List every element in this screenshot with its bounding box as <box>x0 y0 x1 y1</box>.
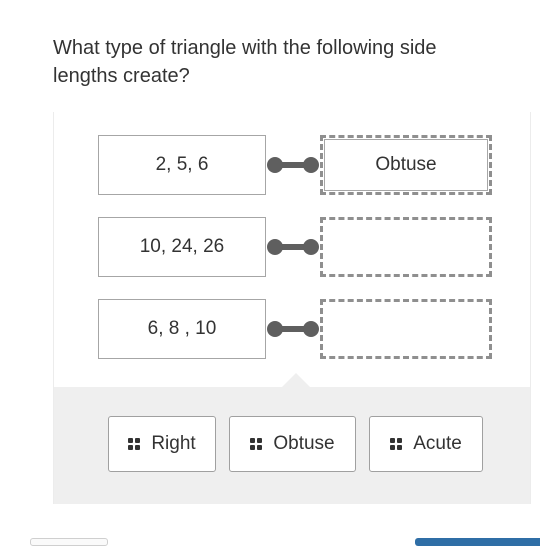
premise-box: 10, 24, 26 <box>98 217 266 277</box>
premise-box: 6, 8 , 10 <box>98 299 266 359</box>
drag-handle-icon <box>390 438 403 450</box>
answer-chip-acute[interactable]: Acute <box>369 416 483 472</box>
primary-button[interactable] <box>415 538 540 546</box>
premise-box: 2, 5, 6 <box>98 135 266 195</box>
drop-zone[interactable] <box>320 299 492 359</box>
drag-handle-icon <box>250 438 263 450</box>
placed-answer-chip[interactable]: Obtuse <box>324 139 488 191</box>
match-row: 10, 24, 26 <box>54 217 530 277</box>
match-row: 6, 8 , 10 <box>54 299 530 359</box>
chip-label: Obtuse <box>273 433 335 454</box>
drop-zone[interactable]: Obtuse <box>320 135 492 195</box>
answer-chip-obtuse[interactable]: Obtuse <box>229 416 356 472</box>
bank-pointer <box>282 373 310 387</box>
question-text: What type of triangle with the following… <box>53 37 437 87</box>
matching-panel: 2, 5, 6 Obtuse 10, 24, 26 6, 8 , 10 Righ… <box>53 112 531 504</box>
chip-label: Acute <box>413 433 462 454</box>
connector-icon <box>266 237 322 257</box>
answer-chip-right[interactable]: Right <box>108 416 216 472</box>
connector-icon <box>266 319 322 339</box>
drop-zone[interactable] <box>320 217 492 277</box>
chip-label: Right <box>151 433 196 454</box>
match-row: 2, 5, 6 Obtuse <box>54 135 530 195</box>
drag-handle-icon <box>128 438 141 450</box>
secondary-button[interactable] <box>30 538 108 546</box>
connector-icon <box>266 155 322 175</box>
